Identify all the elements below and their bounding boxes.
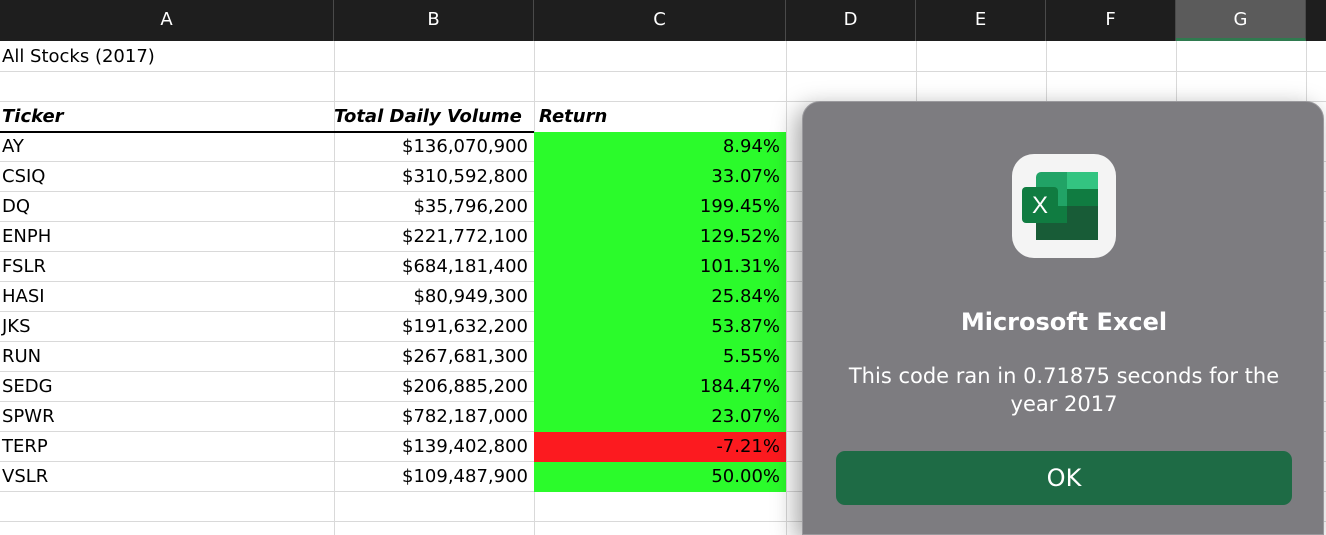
volume-cell[interactable]: $782,187,000 — [334, 401, 534, 431]
return-cell[interactable]: 184.47% — [534, 371, 786, 401]
ticker-cell[interactable]: FSLR — [0, 251, 334, 281]
column-header-b[interactable]: B — [334, 0, 534, 41]
svg-text:X: X — [1032, 192, 1048, 219]
gridline — [0, 71, 1326, 72]
ticker-cell[interactable]: DQ — [0, 191, 334, 221]
column-header-a[interactable]: A — [0, 0, 334, 41]
ticker-cell[interactable]: ENPH — [0, 221, 334, 251]
ticker-cell[interactable]: TERP — [0, 431, 334, 461]
return-cell[interactable]: -7.21% — [534, 431, 786, 461]
ticker-cell[interactable]: AY — [0, 131, 334, 161]
ticker-cell[interactable]: RUN — [0, 341, 334, 371]
volume-cell[interactable]: $139,402,800 — [334, 431, 534, 461]
sheet-title-cell[interactable]: All Stocks (2017) — [0, 41, 334, 71]
return-cell[interactable]: 25.84% — [534, 281, 786, 311]
volume-cell[interactable]: $684,181,400 — [334, 251, 534, 281]
ticker-cell[interactable]: HASI — [0, 281, 334, 311]
column-header-g[interactable]: G — [1176, 0, 1306, 41]
dialog-message: This code ran in 0.71875 seconds for the… — [848, 364, 1280, 416]
return-cell[interactable]: 129.52% — [534, 221, 786, 251]
volume-cell[interactable]: $221,772,100 — [334, 221, 534, 251]
column-header-f[interactable]: F — [1046, 0, 1176, 41]
dialog-title: Microsoft Excel — [960, 308, 1168, 336]
ticker-cell[interactable]: CSIQ — [0, 161, 334, 191]
volume-cell[interactable]: $80,949,300 — [334, 281, 534, 311]
ticker-cell[interactable]: SPWR — [0, 401, 334, 431]
return-cell[interactable]: 8.94% — [534, 131, 786, 161]
column-header-bar: A B C D E F G — [0, 0, 1326, 41]
return-cell[interactable]: 199.45% — [534, 191, 786, 221]
volume-cell[interactable]: $35,796,200 — [334, 191, 534, 221]
ticker-cell[interactable]: SEDG — [0, 371, 334, 401]
header-volume[interactable]: Total Daily Volume — [334, 101, 534, 131]
header-return[interactable]: Return — [534, 101, 786, 131]
column-header-d[interactable]: D — [786, 0, 916, 41]
ticker-cell[interactable]: JKS — [0, 311, 334, 341]
ok-button[interactable]: OK — [836, 451, 1292, 505]
volume-cell[interactable]: $310,592,800 — [334, 161, 534, 191]
ticker-cell[interactable]: VSLR — [0, 461, 334, 491]
alert-dialog: X Microsoft Excel This code ran in 0.718… — [802, 101, 1324, 535]
column-header-e[interactable]: E — [916, 0, 1046, 41]
volume-cell[interactable]: $206,885,200 — [334, 371, 534, 401]
column-header-c[interactable]: C — [534, 0, 786, 41]
return-cell[interactable]: 50.00% — [534, 461, 786, 491]
volume-cell[interactable]: $136,070,900 — [334, 131, 534, 161]
volume-cell[interactable]: $191,632,200 — [334, 311, 534, 341]
volume-cell[interactable]: $109,487,900 — [334, 461, 534, 491]
return-cell[interactable]: 53.87% — [534, 311, 786, 341]
excel-icon: X — [1012, 154, 1116, 258]
volume-cell[interactable]: $267,681,300 — [334, 341, 534, 371]
header-ticker[interactable]: Ticker — [0, 101, 334, 131]
return-cell[interactable]: 101.31% — [534, 251, 786, 281]
return-cell[interactable]: 33.07% — [534, 161, 786, 191]
return-cell[interactable]: 5.55% — [534, 341, 786, 371]
return-cell[interactable]: 23.07% — [534, 401, 786, 431]
